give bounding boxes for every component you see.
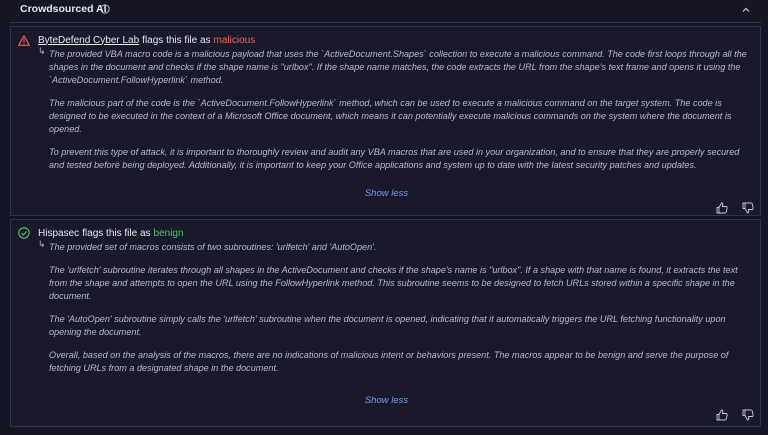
thumbs-up-icon[interactable] [716,409,728,421]
analysis-paragraph: The 'AutoOpen' subroutine simply calls t… [49,314,726,337]
show-less-link[interactable]: Show less [11,395,762,406]
ai-analysis-text: The provided set of macros consists of t… [49,241,755,385]
thumbs-up-icon[interactable] [716,202,728,214]
vendor-link[interactable]: ByteDefend Cyber Lab [38,35,139,46]
analysis-paragraph: Overall, based on the analysis of the ma… [49,350,729,373]
thumbs-down-icon[interactable] [742,202,754,214]
reply-arrow-icon: ↳ [38,46,46,56]
show-less-link[interactable]: Show less [11,188,762,199]
verdict-row: Hispasec flags this file as benign [18,226,184,240]
analysis-paragraph: The malicious part of the code is the `A… [49,98,732,134]
analysis-paragraph: To prevent this type of attack, it is im… [49,147,740,170]
panel-title: Crowdsourced AI [20,3,107,15]
chevron-up-icon[interactable] [740,4,752,16]
verdict-benign: benign [153,227,184,239]
check-circle-icon [18,227,30,239]
flag-text: flags this file as [142,34,211,46]
info-icon[interactable] [100,4,110,14]
thumbs-down-icon[interactable] [742,409,754,421]
reply-arrow-icon: ↳ [38,239,46,249]
panel-header[interactable]: Crowdsourced AI [0,0,768,20]
analysis-paragraph: The provided set of macros consists of t… [49,242,377,252]
verdict-row: ByteDefend Cyber Lab flags this file as … [18,33,255,47]
ai-result-card: ByteDefend Cyber Lab flags this file as … [10,26,761,216]
analysis-paragraph: The provided VBA macro code is a malicio… [49,49,747,85]
verdict-malicious: malicious [213,34,256,46]
vendor-name: Hispasec [38,227,80,239]
analysis-paragraph: The 'urlfetch' subroutine iterates throu… [49,265,738,301]
ai-result-card: Hispasec flags this file as benign ↳ The… [10,219,761,427]
crowdsourced-ai-panel: Crowdsourced AI ByteDefend Cyber Lab fla… [0,0,768,435]
flag-text: flags this file as [82,227,151,239]
warning-triangle-icon [18,34,30,46]
header-divider [10,22,761,23]
ai-analysis-text: The provided VBA macro code is a malicio… [49,48,755,182]
